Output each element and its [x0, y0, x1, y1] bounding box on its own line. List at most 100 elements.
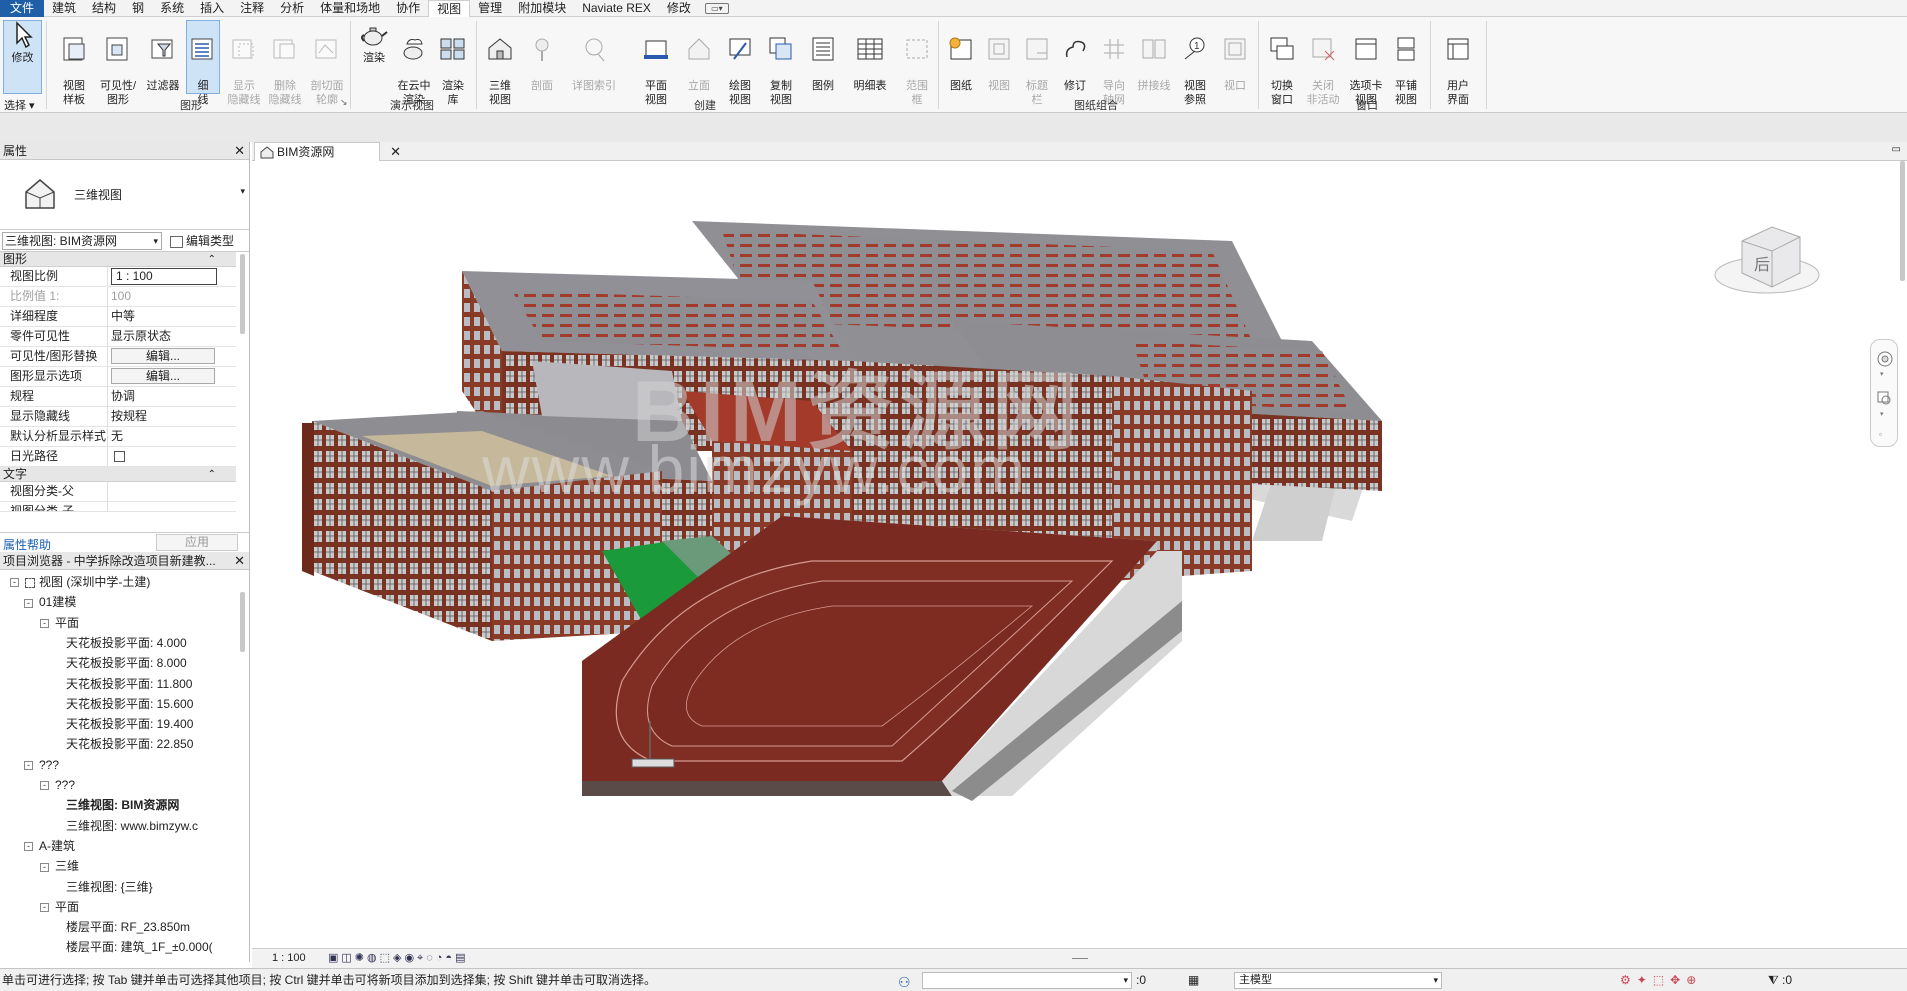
browser-tree-node[interactable]: - A-建筑 [24, 836, 75, 856]
tab-views-button[interactable]: 选项卡 视图 [1344, 21, 1388, 107]
steering-wheel-icon[interactable] [1876, 350, 1894, 368]
graphics-dialog-launcher-icon[interactable]: ↘ [340, 97, 348, 108]
apply-button[interactable]: 应用 [156, 534, 238, 551]
thin-lines-button[interactable]: 细 线 [188, 21, 218, 107]
section-graphics-header[interactable]: 图形 ⌃ [0, 252, 236, 267]
expand-collapse-icon[interactable]: - [40, 903, 49, 913]
canvas-vscrollbar[interactable] [1900, 161, 1905, 281]
expand-collapse-icon[interactable]: - [24, 842, 33, 852]
3d-view-button[interactable]: 三维 视图 [482, 21, 518, 107]
plan-views-button[interactable]: 平面 视图 [636, 21, 676, 107]
tab-list-dropdown-icon[interactable]: ▭ [1892, 144, 1901, 155]
browser-tree-node[interactable]: 天花板投影平面: 11.800 [66, 674, 192, 694]
revisions-button[interactable]: 修订 [1058, 21, 1092, 93]
worksharing-icon[interactable]: ⚇ [898, 971, 911, 991]
modify-button[interactable]: 修改 [6, 21, 39, 65]
scroll-handle-icon[interactable] [1072, 958, 1088, 959]
browser-tree-node[interactable]: 楼层平面: 建筑_1F_±0.000( [66, 937, 213, 957]
browser-tree-node[interactable]: 三维视图: {三维} [66, 877, 153, 897]
properties-close-icon[interactable]: ✕ [234, 142, 245, 160]
view-scale-input[interactable]: 1 : 100 [111, 268, 217, 285]
section-button[interactable]: 剖面 [524, 21, 560, 93]
scope-box-button[interactable]: 范围 框 [900, 21, 934, 107]
3d-view-canvas[interactable]: BIM资源网 www.bimzyw.com 后 ▾ ▾ ▫ [252, 161, 1907, 948]
zoom-region-icon[interactable] [1876, 390, 1894, 408]
switch-windows-button[interactable]: 切换 窗口 [1262, 21, 1302, 107]
detail-level-value[interactable]: 中等 [108, 307, 218, 326]
browser-tree-node[interactable]: -??? [24, 755, 59, 775]
callout-button[interactable]: 详图索引 [566, 21, 622, 93]
analysis-style-value[interactable]: 无 [108, 427, 218, 446]
cut-profile-button[interactable]: 剖切面 轮廓 [307, 21, 347, 107]
type-selector[interactable]: 三维视图 ▾ [0, 160, 249, 230]
tab-systems[interactable]: 系统 [152, 0, 192, 17]
place-view-button[interactable]: 视图 [982, 21, 1016, 93]
elevation-button[interactable]: 立面 [682, 21, 716, 93]
duplicate-view-button[interactable]: 复制 视图 [762, 21, 800, 107]
tab-addins[interactable]: 附加模块 [510, 0, 574, 17]
type-dropdown-icon[interactable]: ▾ [240, 186, 245, 197]
expand-collapse-icon[interactable]: - [40, 618, 49, 628]
parts-visibility-value[interactable]: 显示原状态 [108, 327, 218, 346]
chevron-down-icon[interactable]: ▾ [1880, 370, 1884, 378]
edit-type-button[interactable]: 编辑类型 [170, 232, 234, 250]
tab-structure[interactable]: 结构 [84, 0, 124, 17]
ribbon-minimize-toggle-icon[interactable]: ▭▾ [704, 2, 729, 14]
browser-tree-node[interactable]: 楼层平面: RF_23.850m [66, 917, 190, 937]
sheet-button[interactable]: 图纸 [944, 21, 978, 93]
chevron-down-icon[interactable]: ▾ [1880, 410, 1884, 418]
show-hidden-lines-button[interactable]: 显示 隐藏线 [224, 21, 264, 107]
browser-tree-node[interactable]: 三维视图: www.bimzyw.c [66, 816, 198, 836]
drafting-view-button[interactable]: 绘图 视图 [722, 21, 758, 107]
expand-collapse-icon[interactable]: - [10, 578, 19, 588]
tab-annotate[interactable]: 注释 [232, 0, 272, 17]
tab-naviate-rex[interactable]: Naviate REX [574, 0, 659, 17]
close-inactive-button[interactable]: 关闭 非活动 [1302, 21, 1344, 107]
selection-options-icons[interactable]: ⚙✦⬚✥⊕ [1620, 969, 1702, 991]
browser-scrollbar[interactable] [240, 592, 245, 652]
browser-tree-node[interactable]: -??? [40, 775, 75, 795]
discipline-value[interactable]: 协调 [108, 387, 218, 406]
filters-button[interactable]: 过滤器 [142, 21, 184, 93]
properties-scrollbar[interactable] [240, 254, 245, 334]
tab-insert[interactable]: 插入 [192, 0, 232, 17]
user-interface-button[interactable]: 用户 界面 [1436, 21, 1480, 107]
visibility-graphics-button[interactable]: 可见性/ 图形 [96, 21, 140, 107]
browser-tree-node[interactable]: - 平面 [40, 897, 79, 917]
browser-tree-node[interactable]: - 三维 [40, 856, 79, 876]
hidden-lines-value[interactable]: 按规程 [108, 407, 218, 426]
tab-modify[interactable]: 修改 [659, 0, 699, 17]
tab-architecture[interactable]: 建筑 [44, 0, 84, 17]
tab-collaborate[interactable]: 协作 [388, 0, 428, 17]
browser-tree-node[interactable]: 天花板投影平面: 19.400 [66, 714, 193, 734]
render-button[interactable]: 渲染 [356, 21, 392, 65]
browser-tree-node[interactable]: 天花板投影平面: 15.600 [66, 694, 193, 714]
properties-help-link[interactable]: 属性帮助 [3, 536, 51, 553]
browser-tree-node[interactable]: 三维视图: BIM资源网 [66, 795, 179, 815]
guide-grid-button[interactable]: 导向 轴网 [1096, 21, 1132, 107]
viewports-button[interactable]: 视口 [1218, 21, 1252, 93]
browser-close-icon[interactable]: ✕ [234, 552, 245, 570]
expand-collapse-icon[interactable]: - [24, 761, 33, 771]
remove-hidden-lines-button[interactable]: 删除 隐藏线 [265, 21, 305, 107]
tab-analyze[interactable]: 分析 [272, 0, 312, 17]
graphic-display-edit-button[interactable]: 编辑... [111, 368, 215, 384]
design-option-dropdown[interactable]: 主模型 ▾ [1234, 972, 1442, 989]
expand-collapse-icon[interactable]: - [40, 781, 49, 791]
expand-collapse-icon[interactable]: - [24, 598, 33, 608]
render-gallery-button[interactable]: 渲染 库 [436, 21, 470, 107]
title-block-button[interactable]: 标题 栏 [1020, 21, 1054, 107]
sun-path-checkbox[interactable] [114, 451, 125, 462]
browser-tree-node[interactable]: 天花板投影平面: 4.000 [66, 633, 187, 653]
section-text-header[interactable]: 文字 ⌃ [0, 467, 236, 482]
tab-steel[interactable]: 钢 [124, 0, 152, 17]
browser-tree-node[interactable]: 天花板投影平面: 22.850 [66, 734, 193, 754]
expand-collapse-icon[interactable]: - [40, 862, 49, 872]
instance-filter-dropdown[interactable]: 三维视图: BIM资源网 ▾ [2, 232, 162, 250]
view-control-icons[interactable]: ▣◫✺◍⬚◈◉⌖◌◔◓▤ [328, 949, 468, 968]
tab-massing-site[interactable]: 体量和场地 [312, 0, 388, 17]
select-dropdown[interactable]: 选择 ▾ [4, 97, 35, 113]
schedules-button[interactable]: 明细表 [848, 21, 892, 93]
design-options-icon[interactable]: ▦ [1188, 969, 1199, 991]
view-tab-bim[interactable]: BIM资源网 ✕ [254, 142, 401, 161]
